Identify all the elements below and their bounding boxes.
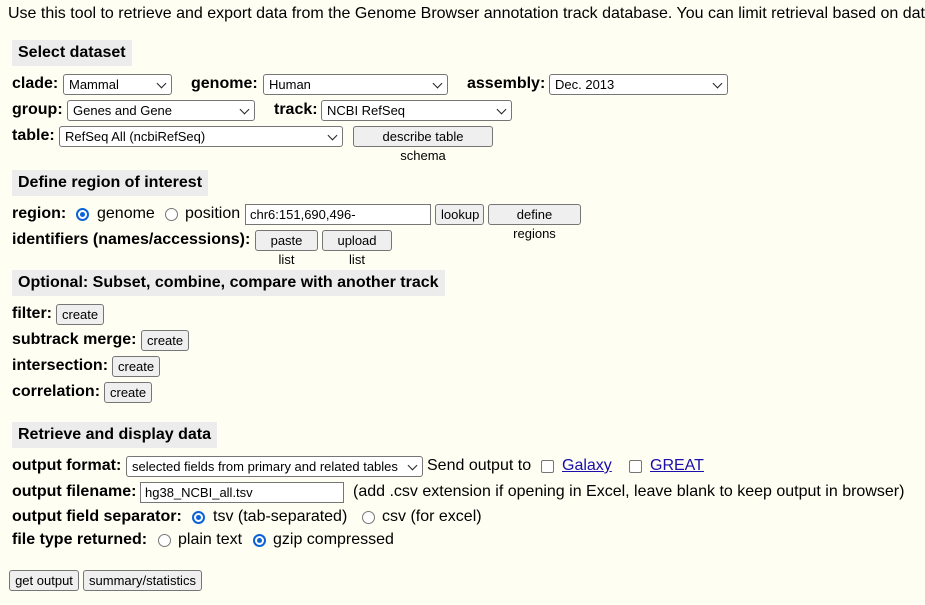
intro-text: Use this tool to retrieve and export dat…	[8, 5, 925, 22]
clade-label: clade:	[12, 75, 59, 92]
intersection-label: intersection:	[12, 357, 109, 374]
chevron-down-icon	[407, 460, 418, 471]
gzip-radio[interactable]	[253, 534, 266, 547]
plain-text-label: plain text	[178, 531, 243, 548]
tsv-label: tsv (tab-separated)	[213, 508, 348, 525]
retrieve-section-heading: Retrieve and display data	[12, 422, 217, 448]
send-output-label: Send output to	[427, 457, 532, 474]
separator-label: output field separator:	[12, 508, 182, 525]
select-dataset-heading: Select dataset	[12, 40, 132, 66]
plain-text-radio[interactable]	[158, 534, 171, 547]
chevron-down-icon	[156, 78, 167, 89]
track-select[interactable]: NCBI RefSeq	[321, 100, 512, 121]
great-checkbox[interactable]	[629, 460, 642, 473]
region-position-radio[interactable]	[165, 208, 178, 221]
file-type-label: file type returned:	[12, 531, 148, 548]
chevron-down-icon	[239, 104, 250, 115]
output-format-select[interactable]: selected fields from primary and related…	[126, 456, 423, 477]
summary-statistics-button[interactable]: summary/statistics	[83, 570, 202, 591]
chevron-down-icon	[712, 78, 723, 89]
region-position-label: position	[185, 205, 241, 222]
correlation-label: correlation:	[12, 383, 101, 400]
intersection-create-button[interactable]: create	[112, 356, 160, 377]
filter-create-button[interactable]: create	[56, 304, 104, 325]
paste-list-button[interactable]: paste list	[255, 230, 318, 267]
identifiers-label: identifiers (names/accessions):	[12, 231, 251, 248]
upload-list-button[interactable]: upload list	[322, 230, 392, 267]
genome-label: genome:	[191, 75, 258, 92]
galaxy-checkbox[interactable]	[541, 460, 554, 473]
group-label: group:	[12, 101, 63, 118]
filename-hint: (add .csv extension if opening in Excel,…	[353, 483, 905, 500]
region-label: region:	[12, 205, 67, 222]
assembly-value: Dec. 2013 (GRCh38/hg38)	[555, 77, 615, 92]
output-format-value: selected fields from primary and related…	[132, 459, 398, 474]
great-link[interactable]: GREAT	[650, 457, 704, 475]
subtrack-merge-label: subtrack merge:	[12, 331, 137, 348]
region-genome-label: genome	[97, 205, 155, 222]
gzip-label: gzip compressed	[273, 531, 394, 548]
correlation-create-button[interactable]: create	[104, 382, 152, 403]
lookup-button[interactable]: lookup	[435, 204, 484, 225]
tsv-radio[interactable]	[192, 511, 205, 524]
output-filename-label: output filename:	[12, 483, 137, 500]
get-output-button[interactable]: get output	[9, 570, 79, 591]
chevron-down-icon	[496, 104, 507, 115]
track-label: track:	[274, 101, 318, 118]
output-format-label: output format:	[12, 457, 122, 474]
track-value: NCBI RefSeq	[327, 103, 406, 118]
csv-label: csv (for excel)	[382, 508, 482, 525]
define-region-heading: Define region of interest	[12, 170, 209, 196]
group-select[interactable]: Genes and Gene Predictions	[67, 100, 255, 121]
group-value: Genes and Gene Predictions	[73, 103, 173, 118]
chevron-down-icon	[432, 78, 443, 89]
assembly-label: assembly:	[467, 75, 546, 92]
genome-select[interactable]: Human	[263, 74, 448, 95]
filter-label: filter:	[12, 305, 52, 322]
output-filename-input[interactable]: hg38_NCBI_all.tsv	[140, 482, 344, 503]
genome-value: Human	[269, 77, 311, 92]
table-value: RefSeq All (ncbiRefSeq)	[65, 129, 206, 144]
clade-select[interactable]: Mammal	[63, 74, 172, 95]
csv-radio[interactable]	[362, 511, 375, 524]
chevron-down-icon	[327, 130, 338, 141]
region-genome-radio[interactable]	[76, 208, 89, 221]
table-label: table:	[12, 127, 55, 144]
clade-value: Mammal	[69, 77, 119, 92]
assembly-select[interactable]: Dec. 2013 (GRCh38/hg38)	[549, 74, 728, 95]
define-regions-button[interactable]: define regions	[488, 204, 581, 241]
describe-table-schema-button[interactable]: describe table schema	[353, 126, 493, 163]
galaxy-link[interactable]: Galaxy	[562, 457, 612, 475]
position-input[interactable]: chr6:151,690,496-152,103,274	[245, 204, 431, 225]
table-select[interactable]: RefSeq All (ncbiRefSeq)	[59, 126, 343, 147]
optional-section-heading: Optional: Subset, combine, compare with …	[12, 270, 445, 296]
subtrack-merge-create-button[interactable]: create	[141, 330, 189, 351]
